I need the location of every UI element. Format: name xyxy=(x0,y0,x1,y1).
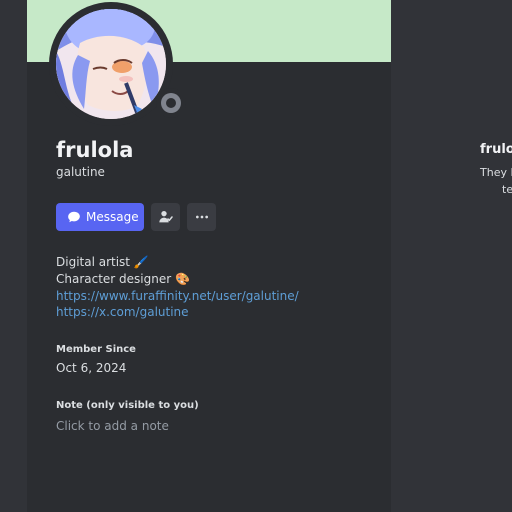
x-link[interactable]: https://x.com/galutine xyxy=(56,305,189,319)
right-panel-text-2: te xyxy=(502,183,512,196)
note-input[interactable]: Click to add a note xyxy=(56,419,169,433)
more-button[interactable] xyxy=(187,203,216,231)
display-name: frulola xyxy=(56,138,134,162)
user-profile-panel: frulola galutine Message Digital artist … xyxy=(27,0,391,512)
chat-bubble-icon xyxy=(68,211,80,223)
right-panel-name: frulol xyxy=(480,142,512,157)
avatar[interactable] xyxy=(56,9,166,119)
note-label: Note (only visible to you) xyxy=(56,400,199,411)
friend-action-button[interactable] xyxy=(151,203,180,231)
left-background xyxy=(0,0,27,512)
member-since-date: Oct 6, 2024 xyxy=(56,361,127,375)
offline-status-icon xyxy=(161,93,181,113)
message-button-label: Message xyxy=(86,210,139,224)
member-since-label: Member Since xyxy=(56,344,136,355)
furaffinity-link[interactable]: https://www.furaffinity.net/user/galutin… xyxy=(56,289,299,303)
bio-line-artist: Digital artist 🖌️ xyxy=(56,255,149,269)
username: galutine xyxy=(56,165,105,179)
right-panel-text-1: They l xyxy=(480,166,512,179)
avatar-image xyxy=(56,9,166,119)
message-button[interactable]: Message xyxy=(56,203,144,231)
add-friend-icon xyxy=(158,211,173,223)
more-icon xyxy=(195,215,208,219)
bio-line-designer: Character designer 🎨 xyxy=(56,272,190,286)
